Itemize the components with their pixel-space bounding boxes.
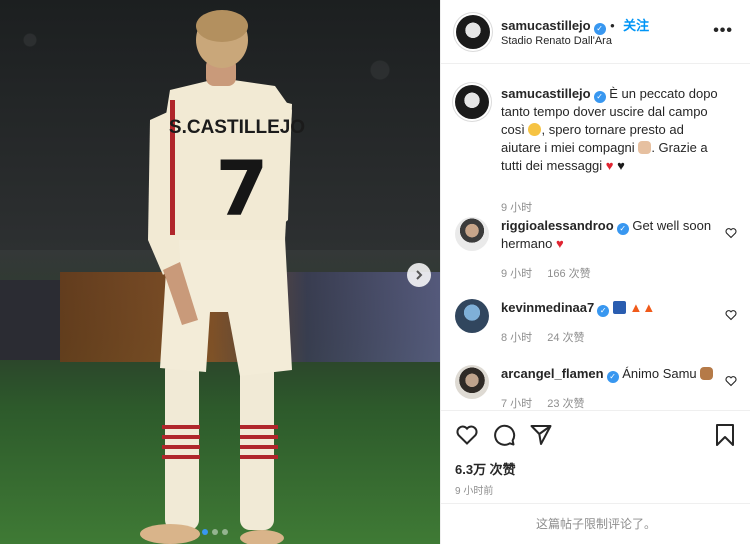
verified-icon: ✓ — [593, 23, 606, 35]
jersey-name: S.CASTILLEJO — [169, 117, 305, 138]
comment-time[interactable]: 8 小时 — [501, 332, 532, 344]
verified-icon: ✓ — [606, 371, 619, 383]
comment-meta: 7 小时 23 次赞 — [501, 395, 597, 410]
comments-limited-notice: 这篇帖子限制评论了。 — [441, 503, 750, 544]
comment-icon[interactable] — [492, 423, 516, 447]
comments-list: samucastillejo ✓ È un peccato dopo tanto … — [441, 65, 750, 410]
post-actions — [441, 410, 750, 454]
carousel-dots — [202, 529, 228, 535]
share-icon[interactable] — [529, 423, 553, 447]
commenter-username[interactable]: riggioalessandroo — [501, 218, 614, 233]
commenter-avatar[interactable] — [455, 217, 489, 251]
red-heart-emoji: ♥ — [555, 236, 564, 251]
comment-likes[interactable]: 23 次赞 — [547, 398, 584, 410]
comment-time[interactable]: 9 小时 — [501, 268, 532, 280]
comment-time[interactable]: 7 小时 — [501, 398, 532, 410]
like-comment-icon[interactable] — [725, 227, 737, 239]
fire-emoji: ▲▲ — [629, 300, 656, 315]
follow-button[interactable]: 关注 — [623, 18, 649, 33]
post-side-panel: samucastillejo ✓ • 关注 Stadio Renato Dall'… — [440, 0, 750, 544]
carousel-dot — [212, 529, 218, 535]
sad-face-emoji — [528, 123, 542, 136]
jersey-number: 7 — [216, 144, 269, 233]
comment-likes[interactable]: 166 次赞 — [547, 268, 590, 280]
flag-emoji — [612, 301, 626, 314]
caption-time[interactable]: 9 小时 — [501, 202, 532, 214]
commenter-avatar[interactable] — [455, 299, 489, 333]
post-header: samucastillejo ✓ • 关注 Stadio Renato Dall'… — [441, 0, 750, 64]
carousel-dot — [222, 529, 228, 535]
like-comment-icon[interactable] — [725, 375, 737, 387]
post-time[interactable]: 9 小时前 — [455, 482, 493, 497]
author-avatar[interactable] — [455, 85, 489, 119]
commenter-avatar[interactable] — [455, 365, 489, 399]
caption-username[interactable]: samucastillejo — [501, 86, 591, 101]
commenter-username[interactable]: arcangel_flamen — [501, 366, 604, 381]
carousel-dot-active — [202, 529, 208, 535]
black-heart-emoji: ♥ — [617, 158, 625, 173]
muscle-emoji — [700, 367, 714, 380]
like-icon[interactable] — [455, 423, 479, 447]
verified-icon: ✓ — [597, 305, 610, 317]
comment-meta: 8 小时 24 次赞 — [501, 329, 597, 345]
author-username[interactable]: samucastillejo — [501, 18, 591, 33]
likes-count[interactable]: 6.3万 次赞 — [455, 459, 516, 478]
muscle-emoji — [638, 141, 652, 154]
caption-meta: 9 小时 — [501, 199, 544, 215]
more-options-icon[interactable]: ••• — [713, 22, 733, 40]
save-icon[interactable] — [713, 423, 737, 447]
next-image-button[interactable] — [407, 263, 431, 287]
post-location[interactable]: Stadio Renato Dall'Ara — [501, 35, 612, 47]
chevron-right-icon — [416, 270, 423, 280]
like-comment-icon[interactable] — [725, 309, 737, 321]
red-heart-emoji: ♥ — [605, 158, 614, 173]
verified-icon: ✓ — [593, 91, 606, 103]
comment-meta: 9 小时 166 次赞 — [501, 265, 603, 281]
caption-text: samucastillejo ✓ È un peccato dopo tanto … — [501, 85, 719, 175]
author-avatar[interactable] — [456, 15, 490, 49]
player-figure: S.CASTILLEJO 7 — [140, 10, 305, 544]
comment-text: Ánimo Samu — [622, 366, 697, 381]
verified-icon: ✓ — [616, 223, 629, 235]
comment-likes[interactable]: 24 次赞 — [547, 332, 584, 344]
commenter-username[interactable]: kevinmedinaa7 — [501, 300, 594, 315]
post-photo: S.CASTILLEJO 7 — [0, 0, 440, 544]
